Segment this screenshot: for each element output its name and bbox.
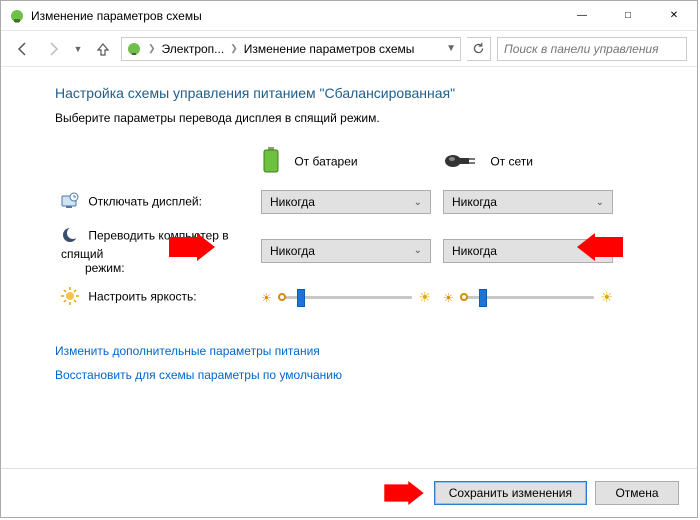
column-battery: От батареи [255, 141, 437, 184]
col-ac-label: От сети [490, 155, 533, 169]
up-button[interactable] [91, 37, 115, 61]
search-input[interactable] [497, 37, 687, 61]
chevron-right-icon: ❯ [230, 43, 238, 54]
row-sleep: Переводить компьютер в спящий режим: [55, 220, 255, 281]
cancel-button-label: Отмена [615, 486, 658, 500]
minimize-button[interactable]: — [559, 1, 605, 30]
titlebar: Изменение параметров схемы — □ ✕ [1, 1, 697, 31]
slider-thumb[interactable] [297, 289, 305, 307]
annotation-arrow [169, 233, 215, 261]
page-title: Настройка схемы управления питанием "Сба… [55, 85, 657, 101]
col-battery-label: От батареи [294, 155, 357, 169]
close-button[interactable]: ✕ [651, 1, 697, 30]
chevron-down-icon[interactable]: ▼ [446, 43, 456, 54]
dropdown-value: Никогда [452, 195, 497, 209]
maximize-button[interactable]: □ [605, 1, 651, 30]
window: Изменение параметров схемы — □ ✕ ▼ ❯ Эле… [0, 0, 698, 518]
chevron-down-icon: ⌄ [596, 197, 604, 208]
page-subtext: Выберите параметры перевода дисплея в сп… [55, 111, 657, 125]
annotation-arrow [384, 481, 424, 505]
content-area: Настройка схемы управления питанием "Сба… [1, 67, 697, 468]
slider-track[interactable] [460, 296, 595, 299]
chevron-down-icon: ⌄ [414, 245, 422, 256]
moon-icon [61, 226, 79, 247]
dropdown-value: Никогда [452, 244, 497, 258]
slider-brightness-battery[interactable]: ☀ ☀ [261, 289, 431, 306]
row-brightness-label: Настроить яркость: [88, 290, 196, 304]
links-area: Изменить дополнительные параметры питани… [55, 344, 657, 382]
dropdown-display-battery[interactable]: Никогда ⌄ [261, 190, 431, 214]
power-plug-icon [126, 41, 142, 57]
slider-min-dot [460, 293, 468, 301]
forward-button[interactable] [41, 37, 65, 61]
refresh-button[interactable] [467, 37, 491, 61]
back-button[interactable] [11, 37, 35, 61]
settings-grid: От батареи От сети Отключать дисплей: [55, 141, 619, 314]
dropdown-value: Никогда [270, 244, 315, 258]
footer: Сохранить изменения Отмена [1, 468, 697, 517]
save-button[interactable]: Сохранить изменения [434, 481, 587, 505]
slider-thumb[interactable] [479, 289, 487, 307]
dropdown-value: Никогда [270, 195, 315, 209]
annotation-arrow [577, 233, 623, 261]
dropdown-sleep-battery[interactable]: Никогда ⌄ [261, 239, 431, 263]
row-sleep-label-b: режим: [85, 261, 125, 275]
slider-min-dot [278, 293, 286, 301]
row-display-off: Отключать дисплей: [55, 184, 255, 220]
column-ac: От сети [437, 141, 619, 184]
slider-brightness-ac[interactable]: ☀ ☀ [443, 289, 613, 306]
chevron-down-icon: ⌄ [414, 197, 422, 208]
dropdown-display-ac[interactable]: Никогда ⌄ [443, 190, 613, 214]
slider-track[interactable] [278, 296, 413, 299]
nav-row: ▼ ❯ Электроп... ❯ Изменение параметров с… [1, 31, 697, 67]
cancel-button[interactable]: Отмена [595, 481, 679, 505]
row-brightness: Настроить яркость: [55, 281, 255, 314]
link-restore-defaults[interactable]: Восстановить для схемы параметры по умол… [55, 368, 342, 382]
breadcrumb-item[interactable]: Электроп... [162, 42, 225, 56]
row-display-label: Отключать дисплей: [88, 194, 202, 208]
battery-icon [261, 147, 281, 178]
ac-plug-icon [443, 152, 477, 173]
breadcrumb-item[interactable]: Изменение параметров схемы [244, 42, 415, 56]
link-advanced-settings[interactable]: Изменить дополнительные параметры питани… [55, 344, 320, 358]
chevron-right-icon: ❯ [148, 43, 156, 54]
recent-locations-button[interactable]: ▼ [71, 37, 85, 61]
sun-bright-icon: ☀ [418, 289, 431, 306]
sun-dim-icon: ☀ [443, 291, 454, 305]
address-bar[interactable]: ❯ Электроп... ❯ Изменение параметров схе… [121, 37, 461, 61]
save-button-label: Сохранить изменения [449, 486, 572, 500]
sun-bright-icon: ☀ [600, 289, 613, 306]
power-options-icon [9, 8, 25, 24]
monitor-clock-icon [61, 192, 79, 213]
brightness-icon [61, 287, 79, 308]
window-controls: — □ ✕ [559, 1, 697, 30]
sun-dim-icon: ☀ [261, 291, 272, 305]
window-title: Изменение параметров схемы [31, 9, 559, 23]
